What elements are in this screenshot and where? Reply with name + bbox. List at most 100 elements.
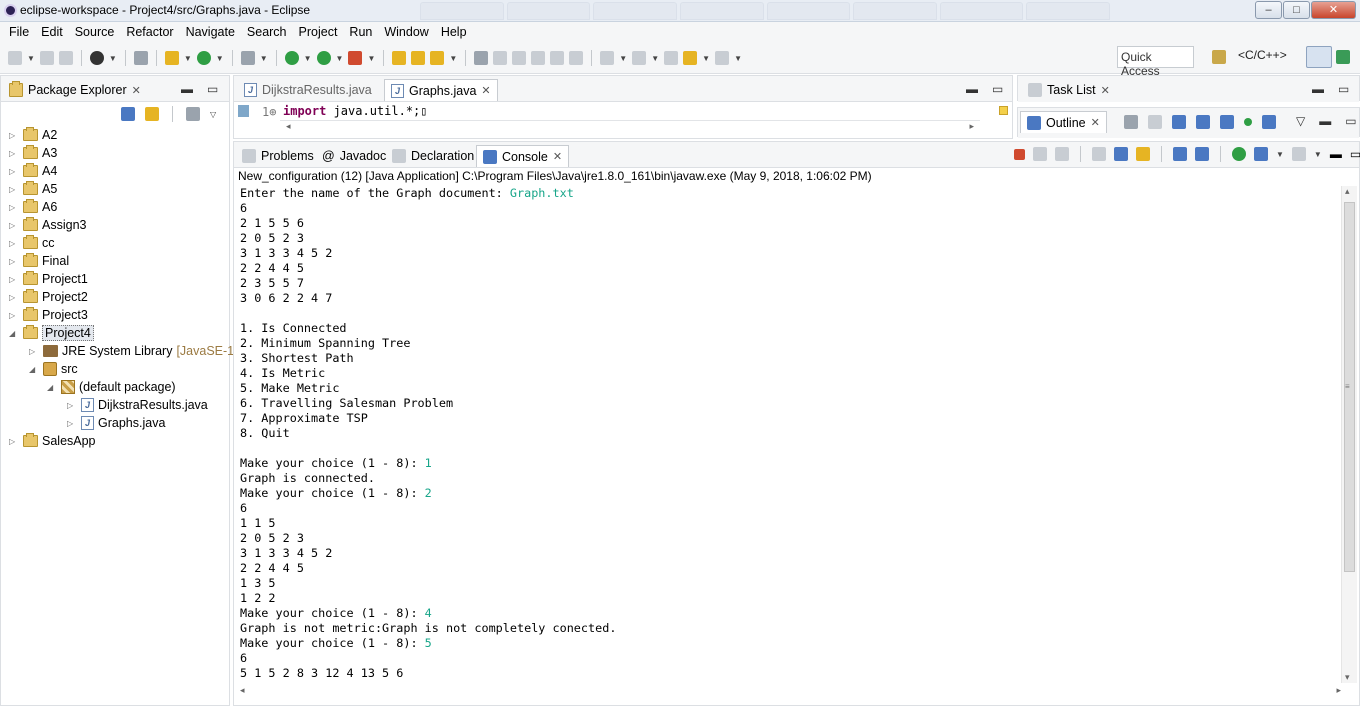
hide-nonpublic-icon[interactable] [1244,118,1252,126]
clear-console-icon[interactable] [1092,147,1106,161]
link-with-editor-icon[interactable] [145,107,159,121]
save-all-icon[interactable] [58,51,73,65]
tree-item-project[interactable]: ▷ Project2 [9,288,88,306]
pin-console-icon[interactable] [1232,147,1246,161]
maximize-view-icon[interactable]: ▭ [1338,82,1349,96]
tree-item-project[interactable]: ▷ SalesApp [9,432,96,450]
hide-local-types-icon[interactable] [1262,115,1276,129]
tree-item-project[interactable]: ▷ A5 [9,180,57,198]
perspective-cpp[interactable]: <C/C++> [1238,48,1287,62]
external-tools-icon[interactable] [348,51,363,65]
toggle-mark-occurrences-icon[interactable] [474,51,489,65]
maximize-view-icon[interactable]: ▭ [1345,114,1356,128]
hide-static-icon[interactable] [1220,115,1234,129]
collapse-icon[interactable] [1148,115,1162,129]
menu-help[interactable]: Help [435,25,473,39]
display-console-icon[interactable] [1254,147,1268,161]
tab-declaration[interactable]: Declaration [386,145,480,167]
show-on-stderr-icon[interactable] [1195,147,1209,161]
tree-item-src[interactable]: ◢ src [29,360,78,378]
show-source-icon[interactable] [550,51,565,65]
open-perspective-icon[interactable] [1212,50,1226,64]
view-menu-icon[interactable]: ▽ [210,110,216,119]
open-console-icon[interactable] [1291,147,1306,161]
sort-icon[interactable] [1172,115,1186,129]
tree-item-project[interactable]: ▷ Project1 [9,270,88,288]
remove-launch-icon[interactable] [1033,147,1047,161]
tree-item-project[interactable]: ▷ Project3 [9,306,88,324]
tree-item-project[interactable]: ▷ A2 [9,126,57,144]
menu-refactor[interactable]: Refactor [120,25,179,39]
maximize-view-icon[interactable]: ▭ [992,82,1003,96]
tree-item-project[interactable]: ▷ A4 [9,162,57,180]
tree-item-project[interactable]: ▷ cc [9,234,55,252]
tree-item-jre-library[interactable]: ▷ JRE System Library [JavaSE-1.8] [29,342,248,360]
close-button[interactable]: ✕ [1311,1,1356,19]
warning-marker-icon[interactable] [999,106,1008,115]
terminate-icon[interactable] [1014,148,1025,160]
tree-item-project[interactable]: ▷ A6 [9,198,57,216]
save-icon[interactable] [39,51,54,65]
minimize-view-icon[interactable]: ▬ [1330,147,1342,161]
maximize-view-icon[interactable]: ▭ [207,82,218,96]
tree-item-dijkstra-file[interactable]: ▷ J DijkstraResults.java [67,396,208,414]
minimize-view-icon[interactable]: ▬ [1319,114,1331,128]
tab-outline[interactable]: Outline ✕ [1020,111,1107,133]
debug-icon[interactable] [240,51,255,65]
code-text[interactable]: import java.util.*;▯ [283,104,428,118]
refresh-icon[interactable] [196,51,211,65]
view-filters-icon[interactable] [186,107,200,121]
coverage-icon[interactable] [316,51,331,65]
editor-horizontal-scrollbar[interactable]: ◂ ▸ [280,120,980,132]
tree-item-graphs-file[interactable]: ▷ J Graphs.java [67,414,165,432]
menu-file[interactable]: File [3,25,35,39]
menu-project[interactable]: Project [293,25,344,39]
java-perspective-button[interactable] [1306,46,1332,68]
quick-access-input[interactable]: Quick Access [1117,46,1194,78]
tree-item-project[interactable]: ▷ Assign3 [9,216,86,234]
tab-problems[interactable]: Problems [236,145,320,167]
minimize-view-icon[interactable]: ▬ [1312,82,1324,96]
tab-console[interactable]: Console ✕ [476,145,570,167]
menu-window[interactable]: Window [378,25,434,39]
tab-package-explorer[interactable]: Package Explorer ✕ [3,79,147,101]
skip-breakpoints-icon[interactable] [133,51,148,65]
run-icon[interactable] [284,51,299,65]
menu-navigate[interactable]: Navigate [180,25,241,39]
scroll-lock-icon[interactable] [1114,147,1128,161]
minimize-button[interactable]: – [1255,1,1282,19]
menu-source[interactable]: Source [69,25,121,39]
word-wrap-icon[interactable] [1136,147,1150,161]
paragraph-icon[interactable] [569,51,584,65]
maximize-view-icon[interactable]: ▭ [1350,147,1360,161]
block-selection-icon[interactable] [512,51,527,65]
close-tab-icon[interactable]: ✕ [132,84,141,97]
minimize-view-icon[interactable]: ▬ [181,82,193,96]
tree-item-project4[interactable]: ◢ Project4 [9,324,94,342]
console-output[interactable]: Enter the name of the Graph document: Gr… [240,186,1340,683]
show-on-stdout-icon[interactable] [1173,147,1187,161]
forward-icon[interactable] [715,51,730,65]
tab-dijkstra-results[interactable]: J DijkstraResults.java [238,79,378,101]
profile-icon[interactable] [89,51,104,65]
build-icon[interactable] [164,51,179,65]
edit-icon[interactable] [493,51,508,65]
collapse-all-icon[interactable] [121,107,135,121]
open-type-icon[interactable] [411,51,426,65]
menu-edit[interactable]: Edit [35,25,69,39]
console-vertical-scrollbar[interactable]: ▴ ≡ ▾ [1341,186,1357,683]
tab-graphs-java[interactable]: J Graphs.java ✕ [384,79,498,101]
tab-task-list[interactable]: Task List ✕ [1022,79,1116,101]
next-annotation-icon[interactable] [600,51,615,65]
last-edit-icon[interactable] [664,51,679,65]
new-icon[interactable] [8,51,22,65]
remove-all-terminated-icon[interactable] [1055,147,1069,161]
close-tab-icon[interactable]: ✕ [1091,116,1100,129]
maximize-button[interactable]: □ [1283,1,1310,19]
previous-annotation-icon[interactable] [632,51,647,65]
tree-item-default-package[interactable]: ◢ (default package) [47,378,176,396]
new-java-project-icon[interactable] [392,51,407,65]
outline-filter-icon[interactable] [1124,115,1138,129]
debug-perspective-icon[interactable] [1336,50,1350,64]
search-wand-icon[interactable] [430,51,445,65]
